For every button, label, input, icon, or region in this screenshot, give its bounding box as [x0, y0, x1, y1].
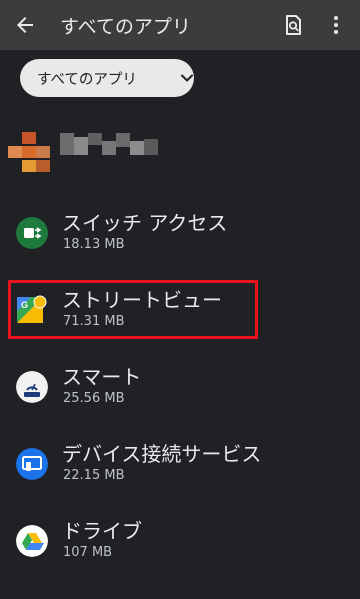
more-options-icon[interactable]	[326, 13, 346, 37]
switch-access-icon	[16, 217, 48, 249]
selection-highlight	[8, 280, 258, 339]
app-size: 22.15 MB	[63, 468, 125, 483]
device-connect-icon	[16, 448, 48, 480]
smart-icon	[16, 371, 48, 403]
app-size: 25.56 MB	[63, 391, 125, 406]
obscured-app-name	[60, 133, 158, 155]
app-name: デバイス接続サービス	[62, 442, 262, 466]
search-icon[interactable]	[281, 13, 305, 37]
list-item[interactable]: スマート 25.56 MB	[0, 365, 360, 445]
top-app-bar: すべてのアプリ	[0, 0, 360, 50]
app-filter-dropdown[interactable]: すべてのアプリ	[20, 59, 194, 97]
list-item[interactable]: ドライブ 107 MB	[0, 519, 360, 599]
page-title: すべてのアプリ	[60, 16, 191, 38]
app-name: ドライブ	[62, 519, 142, 543]
obscured-app-icon[interactable]	[8, 132, 54, 178]
app-size: 107 MB	[63, 545, 113, 560]
app-size: 18.13 MB	[63, 237, 125, 252]
back-arrow-icon[interactable]	[13, 13, 37, 37]
app-name: スイッチ アクセス	[62, 211, 228, 235]
list-item[interactable]: デバイス接続サービス 22.15 MB	[0, 442, 360, 522]
filter-label: すべてのアプリ	[37, 72, 137, 88]
app-name: スマート	[62, 365, 142, 389]
drive-icon	[16, 525, 48, 557]
chevron-down-icon	[181, 74, 193, 82]
